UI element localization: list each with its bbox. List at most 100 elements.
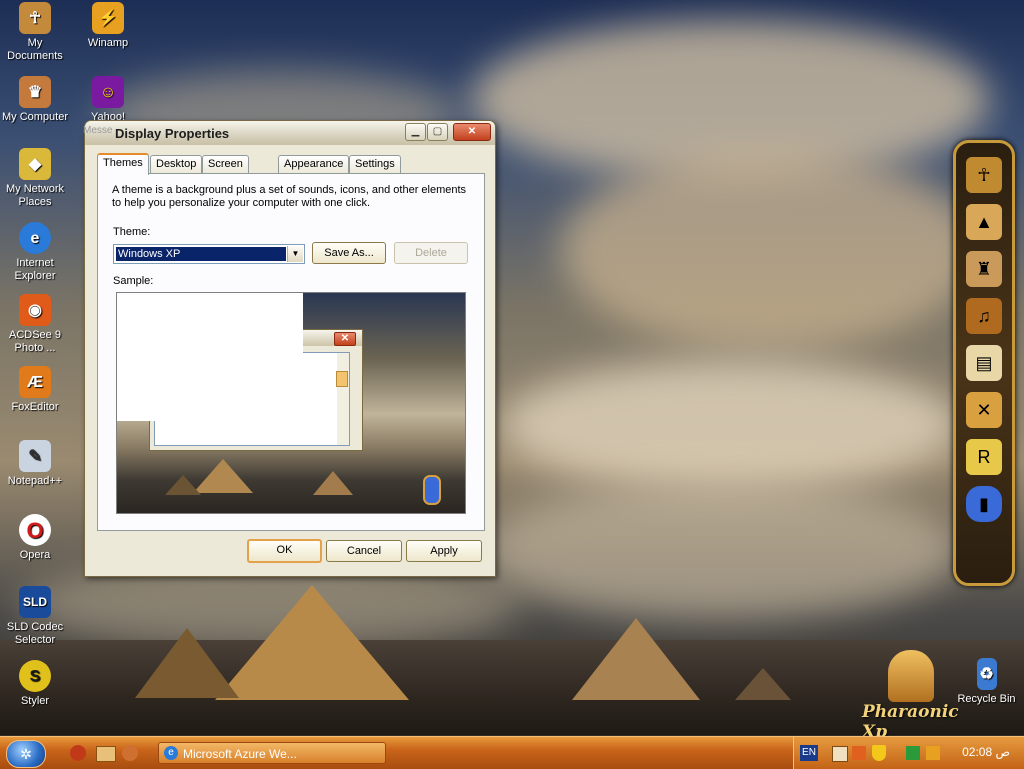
desktop-icon-label: SLD Codec Selector — [6, 621, 64, 646]
quick-launch-icon[interactable] — [122, 745, 138, 761]
theme-select[interactable]: Windows XP ▼ — [113, 244, 305, 264]
preview-scrollbar — [337, 353, 349, 445]
quick-launch-icon[interactable] — [96, 746, 116, 762]
tab-desktop[interactable]: Desktop — [150, 155, 203, 173]
capsule-icon[interactable]: ▮ — [966, 486, 1002, 522]
desktop-icon-network-places[interactable]: ◆ My Network Places — [0, 148, 70, 209]
apply-button[interactable]: Apply — [406, 540, 482, 562]
taskbar-item-label: Microsoft Azure We... — [183, 747, 297, 761]
internet-explorer-icon: e — [164, 746, 178, 760]
recycle-bin-icon: ♻ — [976, 658, 997, 690]
winamp-tray-icon[interactable] — [926, 746, 940, 760]
preview-close-icon: ✕ — [334, 332, 356, 346]
themes-description: A theme is a background plus a set of so… — [112, 184, 467, 209]
taskbar: ✲ e Microsoft Azure We... EN 02:08 ص — [0, 736, 1024, 769]
desktop-icon-notepad[interactable]: ✎ Notepad++ — [0, 440, 70, 488]
delete-button[interactable]: Delete — [394, 242, 468, 264]
styler-icon: S — [19, 660, 51, 692]
preview-scrollbar-thumb — [336, 371, 348, 387]
my-documents-icon: ☥ — [19, 2, 51, 34]
language-indicator[interactable]: EN — [800, 745, 818, 761]
book-icon[interactable]: ▤ — [966, 345, 1002, 381]
cloud — [480, 480, 960, 620]
clock[interactable]: 02:08 ص — [962, 745, 1010, 759]
preview-blank-area — [117, 293, 303, 421]
winamp-icon: ⚡ — [92, 2, 124, 34]
close-icon: ✕ — [467, 126, 477, 137]
my-computer-icon: ♛ — [19, 76, 51, 108]
taskbar-item-azure[interactable]: e Microsoft Azure We... — [158, 742, 386, 764]
tab-settings[interactable]: Settings — [349, 155, 401, 173]
pyramid — [735, 668, 791, 700]
background-window-title: Messe — [83, 125, 113, 136]
tab-themes[interactable]: Themes — [97, 153, 149, 175]
minimize-button[interactable]: ▁ — [405, 123, 426, 141]
cloud — [560, 150, 980, 350]
desktop-icon-internet-explorer[interactable]: e Internet Explorer — [0, 222, 70, 283]
close-button[interactable]: ✕ — [453, 123, 491, 141]
window-title: Display Properties — [115, 126, 230, 141]
desktop-icon-label: ACDSee 9 Photo ... — [9, 329, 61, 354]
pharaonic-xp-logo: Pharaonic Xp — [858, 650, 978, 742]
network-icon[interactable] — [832, 746, 848, 762]
desktop-icon-label: FoxEditor — [11, 401, 59, 413]
maximize-icon: ▢ — [432, 126, 443, 137]
desktop-icon-label: Opera — [19, 549, 51, 561]
desktop-icon-label: My Network Places — [5, 183, 65, 208]
tab-appearance[interactable]: Appearance — [278, 155, 350, 173]
yahoo-messenger-icon: ☺ — [92, 76, 124, 108]
opera-icon: O — [19, 514, 51, 546]
tray-app-icon[interactable] — [906, 746, 920, 760]
acdsee-icon: ◉ — [19, 294, 51, 326]
sample-label: Sample: — [113, 275, 154, 287]
desktop-icon-label: Notepad++ — [7, 475, 63, 487]
desktop-icon-foxeditor[interactable]: Æ FoxEditor — [0, 366, 70, 414]
tools-icon[interactable]: ✕ — [966, 392, 1002, 428]
desktop-icon-label: Internet Explorer — [14, 257, 56, 282]
desktop-icon-label: My Computer — [1, 111, 69, 123]
pyramid — [572, 618, 700, 700]
tab-screen-saver[interactable]: Screen Saver — [202, 155, 249, 187]
desktop-icon-yahoo[interactable]: ☺ Yahoo! — [73, 76, 143, 124]
desktop-icon-label: My Documents — [7, 37, 63, 62]
theme-label: Theme: — [113, 226, 151, 238]
chevron-down-icon[interactable]: ▼ — [287, 246, 303, 262]
harp-icon[interactable]: ♫ — [966, 298, 1002, 334]
desktop-icon-winamp[interactable]: ⚡ Winamp — [73, 2, 143, 50]
preview-pyramid — [193, 459, 253, 493]
desktop-icon-my-documents[interactable]: ☥ My Documents — [0, 2, 70, 63]
themes-panel: A theme is a background plus a set of so… — [97, 173, 485, 531]
internet-explorer-icon: e — [19, 222, 51, 254]
scribe-statue-icon[interactable]: ♜ — [966, 251, 1002, 287]
network-places-icon: ◆ — [19, 148, 51, 180]
desktop-icon-opera[interactable]: O Opera — [0, 514, 70, 562]
foxeditor-icon: Æ — [19, 366, 51, 398]
maximize-button[interactable]: ▢ — [427, 123, 448, 141]
desktop-icon-acdsee[interactable]: ◉ ACDSee 9 Photo ... — [0, 294, 70, 355]
preview-pyramid — [313, 471, 353, 495]
pyramids-icon[interactable]: ▲ — [966, 204, 1002, 240]
desktop-icon-my-computer[interactable]: ♛ My Computer — [0, 76, 70, 124]
pencil-icon[interactable] — [852, 746, 866, 760]
ok-button[interactable]: OK — [247, 539, 322, 563]
cancel-button[interactable]: Cancel — [326, 540, 402, 562]
notepad-icon: ✎ — [19, 440, 51, 472]
title-bar[interactable]: Messe Display Properties ▁ ▢ ✕ — [83, 121, 495, 145]
desktop-icon-styler[interactable]: S Styler — [0, 660, 70, 708]
pyramid — [135, 628, 239, 698]
desktop-icon-sld-codec[interactable]: SLD SLD Codec Selector — [0, 586, 70, 647]
theme-select-value: Windows XP — [116, 247, 286, 261]
cloud — [500, 360, 960, 490]
start-button[interactable]: ✲ — [6, 740, 46, 768]
system-tray: EN 02:08 ص — [793, 737, 1024, 769]
quick-launch-icon[interactable] — [70, 745, 86, 761]
preview-pyramid — [165, 475, 201, 495]
register-icon[interactable]: R — [966, 439, 1002, 475]
pharaoh-mask-icon[interactable]: ☥ — [966, 157, 1002, 193]
desktop-icon-label: Winamp — [87, 37, 129, 49]
security-shield-icon[interactable] — [872, 745, 886, 761]
start-orb-icon: ✲ — [20, 746, 32, 762]
save-as-button[interactable]: Save As... — [312, 242, 386, 264]
side-dock: ☥ ▲ ♜ ♫ ▤ ✕ R ▮ — [953, 140, 1015, 586]
pharaoh-head-icon — [888, 650, 934, 702]
